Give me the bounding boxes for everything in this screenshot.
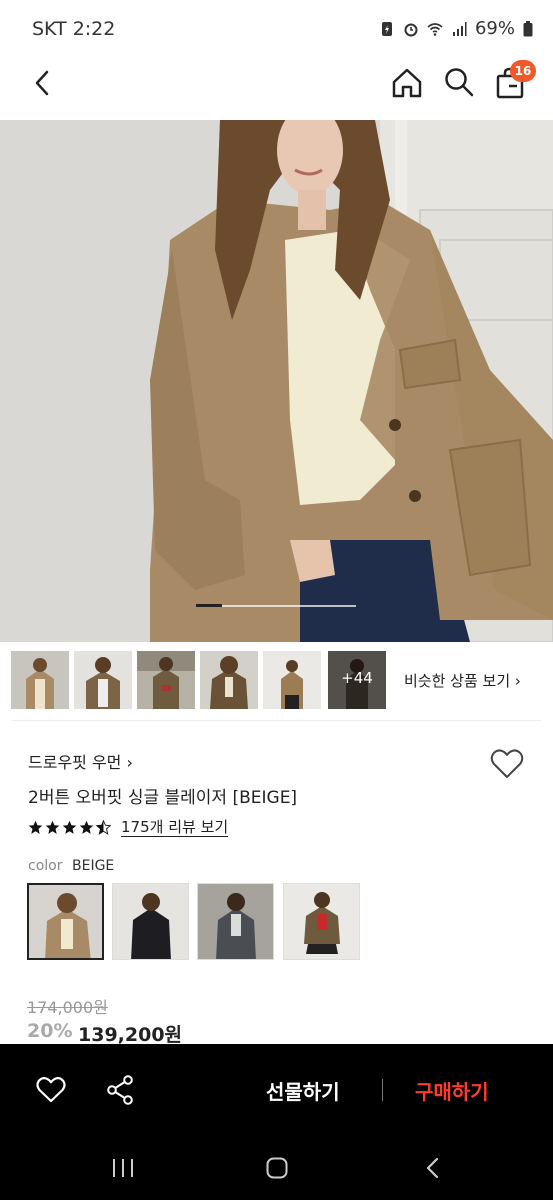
alarm-icon [404,23,418,36]
star-icon [62,820,77,834]
color-option-beige[interactable] [27,883,104,960]
thumbnail-3[interactable] [137,651,195,709]
wishlist-heart-icon[interactable] [490,748,524,780]
system-nav-bar [0,1136,553,1200]
battery-percent: 69% [474,18,515,39]
divider [12,720,541,721]
rating-row: 175개 리뷰 보기 [28,818,229,837]
half-star-icon [96,820,111,835]
back-arrow-icon[interactable] [28,68,58,98]
action-separator [382,1079,383,1101]
model-photo [0,120,553,642]
status-bar: SKT 2:22 69% [0,0,553,60]
wifi-icon [427,22,443,36]
color-option-khaki[interactable] [283,883,360,960]
signal-icon [452,21,467,36]
buy-button[interactable]: 구매하기 [415,1076,489,1105]
thumbnail-2[interactable] [74,651,132,709]
thumbnail-5[interactable] [263,651,321,709]
product-name: 2버튼 오버핏 싱글 블레이저 [BEIGE] [28,788,298,808]
indicator-active [196,604,222,607]
thumbnail-4[interactable] [200,651,258,709]
original-price: 174,000원 [27,998,108,1017]
color-option-charcoal[interactable] [197,883,274,960]
top-nav: 16 [0,60,553,120]
brand-link[interactable]: 드로우핏 우먼 › [28,749,133,773]
recent-apps-icon[interactable] [110,1156,136,1180]
discount-rate: 20% [27,1020,73,1042]
system-back-icon[interactable] [420,1156,446,1180]
review-link[interactable]: 175개 리뷰 보기 [121,818,229,837]
cart-count-badge: 16 [510,60,536,82]
image-page-indicator [196,604,356,607]
status-time: SKT 2:22 [32,18,116,40]
battery-icon [523,20,533,36]
like-heart-icon[interactable] [36,1076,66,1104]
color-option-black[interactable] [112,883,189,960]
similar-products-link[interactable]: 비슷한 상품 보기 › [404,670,521,691]
search-icon[interactable] [443,66,475,98]
more-count: +44 [341,669,373,687]
sale-price: 139,200원 [78,1024,183,1046]
home-icon[interactable] [390,66,424,100]
home-button-icon[interactable] [264,1156,290,1180]
star-icon [79,820,94,834]
share-icon[interactable] [106,1075,134,1105]
status-icons: 69% [379,18,533,39]
gift-button[interactable]: 선물하기 [266,1076,340,1105]
color-value: BEIGE [72,858,115,874]
star-icon [28,820,43,834]
color-label: color [28,858,63,874]
bottom-action-bar: 선물하기 구매하기 [0,1044,553,1136]
product-main-image[interactable] [0,120,553,642]
thumbnail-more[interactable]: +44 [328,651,386,709]
battery-saver-icon [381,21,392,36]
thumbnail-1[interactable] [11,651,69,709]
star-icon [45,820,60,834]
